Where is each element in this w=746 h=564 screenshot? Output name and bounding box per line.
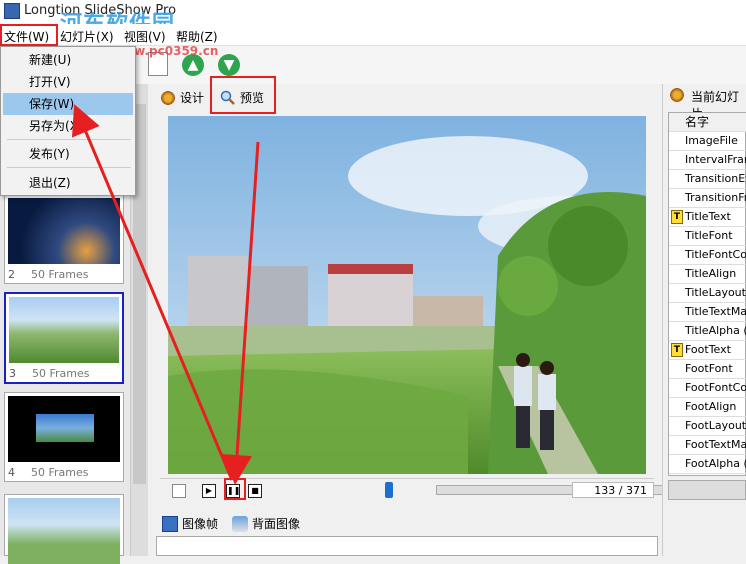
property-name: TitleAlpha (%) <box>685 324 746 337</box>
property-name: FootAlign <box>685 400 737 413</box>
property-row[interactable]: FootTextMargin <box>669 436 746 455</box>
property-name: FootFontColor <box>685 381 746 394</box>
property-name: IntervalFrame <box>685 153 746 166</box>
property-header: 名字 <box>669 113 746 132</box>
slide-frames: 50 Frames <box>32 367 90 380</box>
annotation-box-pause <box>224 478 246 500</box>
property-row[interactable]: ImageFile <box>669 132 746 151</box>
property-row[interactable]: TransitionFrame <box>669 189 746 208</box>
tab-image-frames[interactable]: 图像帧 <box>158 512 224 536</box>
tab-design-label: 设计 <box>180 91 205 105</box>
tab-background-image[interactable]: 背面图像 <box>228 512 308 536</box>
progress-slider-knob[interactable] <box>384 482 393 498</box>
new-frame-icon[interactable] <box>172 484 186 498</box>
property-row[interactable]: T FootText <box>669 341 746 360</box>
property-row[interactable]: FootAlign <box>669 398 746 417</box>
slide-number: 3 <box>9 367 16 380</box>
menu-view[interactable]: 视图(V) <box>124 28 166 45</box>
frames-icon <box>162 516 178 532</box>
property-name: TitleText <box>685 210 731 223</box>
slide-image <box>8 498 120 564</box>
slide-frames: 50 Frames <box>31 268 89 281</box>
tab-image-frames-label: 图像帧 <box>182 517 219 531</box>
bottom-tabs: 图像帧 背面图像 <box>154 512 658 536</box>
tab-background-image-label: 背面图像 <box>252 517 301 531</box>
property-name: FootLayout <box>685 419 746 432</box>
slide-image <box>9 297 119 363</box>
property-row[interactable]: FootLayout <box>669 417 746 436</box>
frame-counter: 133 / 371 <box>572 482 654 498</box>
property-name: FootTextMargin <box>685 438 746 451</box>
property-row[interactable]: TitleTextMargin <box>669 303 746 322</box>
property-scroll[interactable] <box>668 480 746 500</box>
property-row[interactable]: TitleAlign <box>669 265 746 284</box>
play-button[interactable]: ▶ <box>202 484 216 498</box>
menu-slide[interactable]: 幻灯片(X) <box>60 28 114 45</box>
menu-separator <box>7 139 131 140</box>
menu-item-exit[interactable]: 退出(Z) <box>3 172 133 194</box>
property-name: TitleFont <box>685 229 733 242</box>
menu-item-save[interactable]: 保存(W) <box>3 93 133 115</box>
text-icon: T <box>671 343 683 357</box>
property-row[interactable]: IntervalFrame <box>669 151 746 170</box>
palette-icon <box>669 87 685 103</box>
menu-separator <box>7 167 131 168</box>
annotation-box-file-menu <box>0 24 58 46</box>
property-name: TitleFontColor <box>685 248 746 261</box>
property-name: FootFont <box>685 362 733 375</box>
palette-icon <box>160 90 176 106</box>
property-row[interactable]: TitleLayout <box>669 284 746 303</box>
property-table: 名字 ImageFile IntervalFrame TransitionEffec… <box>668 112 746 476</box>
property-name: TitleLayout <box>685 286 746 299</box>
background-image-icon <box>232 516 248 532</box>
slide-thumbnail[interactable]: 4 50 Frames <box>4 392 124 482</box>
slide-number: 2 <box>8 268 15 281</box>
slide-number: 4 <box>8 466 15 479</box>
property-row[interactable]: TitleFontColor <box>669 246 746 265</box>
file-menu-dropdown: 新建(U) 打开(V) 保存(W) 另存为(X) 发布(Y) 退出(Z) <box>0 46 136 196</box>
menu-item-publish[interactable]: 发布(Y) <box>3 143 133 165</box>
property-row[interactable]: FootFontColor <box>669 379 746 398</box>
property-name: TitleAlign <box>685 267 737 280</box>
annotation-box-preview-tab <box>210 76 276 114</box>
property-row[interactable]: FootAlpha (%) <box>669 455 746 474</box>
app-icon <box>4 3 20 19</box>
slide-thumbnail[interactable] <box>4 494 124 564</box>
property-row[interactable]: T TitleText <box>669 208 746 227</box>
menu-item-save-as[interactable]: 另存为(X) <box>3 115 133 137</box>
slide-thumbnail-selected[interactable]: 3 50 Frames <box>4 292 124 384</box>
property-name: FootText <box>685 343 731 356</box>
move-down-icon[interactable]: ▼ <box>218 54 240 76</box>
property-name: FootAlpha (%) <box>685 457 746 470</box>
stop-button[interactable]: ■ <box>248 484 262 498</box>
frames-area[interactable] <box>156 536 658 556</box>
menu-help[interactable]: 帮助(Z) <box>176 28 218 45</box>
menu-item-new[interactable]: 新建(U) <box>3 49 133 71</box>
property-row[interactable]: FootFont <box>669 360 746 379</box>
property-row[interactable]: TitleAlpha (%) <box>669 322 746 341</box>
preview-image <box>168 116 646 474</box>
slide-thumbnail[interactable]: 2 50 Frames <box>4 194 124 284</box>
property-name: TitleTextMargin <box>685 305 746 318</box>
menu-bar: 文件(W) 幻灯片(X) 视图(V) 帮助(Z) <box>0 24 746 46</box>
property-name: TransitionEffect <box>685 172 746 185</box>
property-row[interactable]: TitleFont <box>669 227 746 246</box>
property-name: TransitionFrame <box>685 191 746 204</box>
slide-image <box>8 396 120 462</box>
slide-image <box>8 198 120 264</box>
menu-item-open[interactable]: 打开(V) <box>3 71 133 93</box>
property-row[interactable]: TransitionEffect <box>669 170 746 189</box>
property-name: ImageFile <box>685 134 738 147</box>
tab-design[interactable]: 设计 <box>156 86 212 110</box>
slide-frames: 50 Frames <box>31 466 89 479</box>
text-icon: T <box>671 210 683 224</box>
